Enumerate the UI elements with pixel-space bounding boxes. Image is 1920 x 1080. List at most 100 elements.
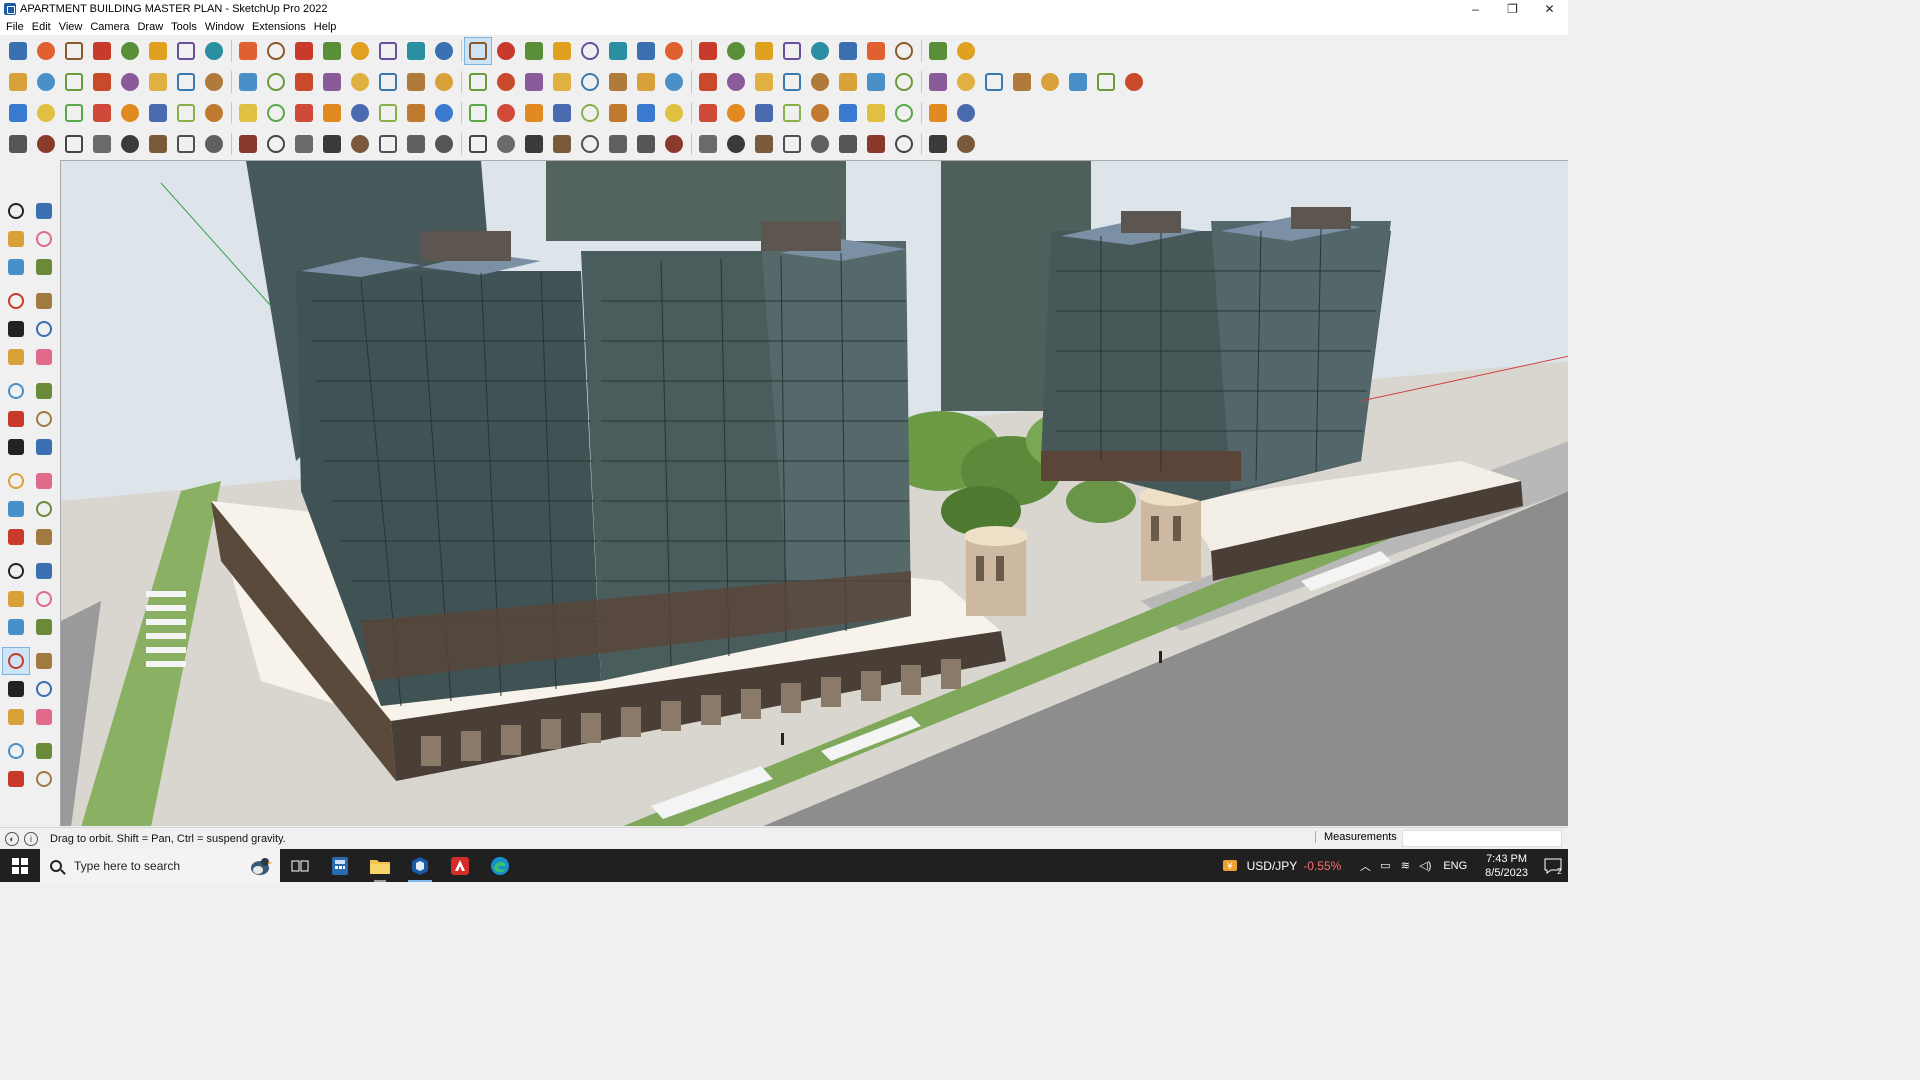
toolbar-tool-icon[interactable] xyxy=(464,68,492,96)
left-tool-icon[interactable] xyxy=(30,287,58,315)
left-tool-icon[interactable] xyxy=(2,377,30,405)
chevron-up-icon[interactable]: ︿ xyxy=(1355,849,1375,882)
toolbar-tool-icon[interactable] xyxy=(520,68,548,96)
left-tool-icon[interactable] xyxy=(2,647,30,675)
toolbar-tool-icon[interactable] xyxy=(862,99,890,127)
toolbar-tool-icon[interactable] xyxy=(234,37,262,65)
toolbar-tool-icon[interactable] xyxy=(262,130,290,158)
menu-draw[interactable]: Draw xyxy=(133,21,167,33)
toolbar-tool-icon[interactable] xyxy=(604,99,632,127)
toolbar-tool-icon[interactable] xyxy=(4,99,32,127)
left-tool-icon[interactable] xyxy=(30,495,58,523)
toolbar-tool-icon[interactable] xyxy=(806,37,834,65)
toolbar-tool-icon[interactable] xyxy=(778,130,806,158)
toolbar-tool-icon[interactable] xyxy=(116,68,144,96)
toolbar-tool-icon[interactable] xyxy=(604,68,632,96)
toolbar-tool-icon[interactable] xyxy=(4,68,32,96)
left-tool-icon[interactable] xyxy=(2,225,30,253)
toolbar-tool-icon[interactable] xyxy=(60,37,88,65)
toolbar-tool-icon[interactable] xyxy=(402,130,430,158)
toolbar-tool-icon[interactable] xyxy=(952,99,980,127)
toolbar-tool-icon[interactable] xyxy=(4,130,32,158)
measurements-input[interactable] xyxy=(1402,830,1562,847)
toolbar-tool-icon[interactable] xyxy=(834,130,862,158)
toolbar-tool-icon[interactable] xyxy=(834,99,862,127)
left-tool-icon[interactable] xyxy=(2,523,30,551)
left-tool-icon[interactable] xyxy=(30,197,58,225)
acrobat-app[interactable] xyxy=(440,849,480,882)
toolbar-tool-icon[interactable] xyxy=(632,99,660,127)
toolbar-tool-icon[interactable] xyxy=(924,68,952,96)
toolbar-tool-icon[interactable] xyxy=(402,68,430,96)
left-tool-icon[interactable] xyxy=(2,703,30,731)
left-tool-icon[interactable] xyxy=(30,405,58,433)
left-tool-icon[interactable] xyxy=(30,675,58,703)
left-tool-icon[interactable] xyxy=(30,613,58,641)
toolbar-tool-icon[interactable] xyxy=(632,68,660,96)
toolbar-tool-icon[interactable] xyxy=(492,68,520,96)
notification-button[interactable]: 2 xyxy=(1538,849,1568,882)
toolbar-tool-icon[interactable] xyxy=(862,68,890,96)
toolbar-tool-icon[interactable] xyxy=(806,68,834,96)
toolbar-tool-icon[interactable] xyxy=(318,37,346,65)
toolbar-tool-icon[interactable] xyxy=(548,99,576,127)
left-tool-icon[interactable] xyxy=(2,765,30,793)
left-tool-icon[interactable] xyxy=(2,467,30,495)
toolbar-tool-icon[interactable] xyxy=(952,37,980,65)
toolbar-tool-icon[interactable] xyxy=(200,130,228,158)
toolbar-tool-icon[interactable] xyxy=(402,99,430,127)
toolbar-tool-icon[interactable] xyxy=(290,37,318,65)
toolbar-tool-icon[interactable] xyxy=(890,68,918,96)
toolbar-tool-icon[interactable] xyxy=(632,37,660,65)
stock-ticker[interactable]: ¥ USD/JPY -0.55% xyxy=(1221,857,1341,875)
toolbar-tool-icon[interactable] xyxy=(890,99,918,127)
toolbar-tool-icon[interactable] xyxy=(172,99,200,127)
toolbar-tool-icon[interactable] xyxy=(924,37,952,65)
toolbar-tool-icon[interactable] xyxy=(750,37,778,65)
toolbar-tool-icon[interactable] xyxy=(576,37,604,65)
left-tool-icon[interactable] xyxy=(30,585,58,613)
menu-help[interactable]: Help xyxy=(310,21,341,33)
model-scene[interactable] xyxy=(61,161,1568,826)
toolbar-tool-icon[interactable] xyxy=(548,37,576,65)
toolbar-tool-icon[interactable] xyxy=(346,99,374,127)
toolbar-tool-icon[interactable] xyxy=(694,99,722,127)
toolbar-tool-icon[interactable] xyxy=(778,37,806,65)
toolbar-tool-icon[interactable] xyxy=(374,130,402,158)
left-tool-icon[interactable] xyxy=(2,613,30,641)
toolbar-tool-icon[interactable] xyxy=(144,130,172,158)
toolbar-tool-icon[interactable] xyxy=(660,68,688,96)
left-tool-icon[interactable] xyxy=(30,737,58,765)
toolbar-tool-icon[interactable] xyxy=(520,130,548,158)
calculator-app[interactable] xyxy=(320,849,360,882)
toolbar-tool-icon[interactable] xyxy=(750,68,778,96)
toolbar-tool-icon[interactable] xyxy=(402,37,430,65)
toolbar-tool-icon[interactable] xyxy=(604,130,632,158)
clock[interactable]: 7:43 PM 8/5/2023 xyxy=(1485,852,1528,880)
left-tool-icon[interactable] xyxy=(30,765,58,793)
edge-app[interactable] xyxy=(480,849,520,882)
toolbar-tool-icon[interactable] xyxy=(806,99,834,127)
start-button[interactable] xyxy=(0,849,40,882)
toolbar-tool-icon[interactable] xyxy=(430,68,458,96)
toolbar-tool-icon[interactable] xyxy=(88,37,116,65)
toolbar-tool-icon[interactable] xyxy=(576,99,604,127)
left-tool-icon[interactable] xyxy=(30,557,58,585)
toolbar-tool-icon[interactable] xyxy=(924,99,952,127)
toolbar-tool-icon[interactable] xyxy=(290,130,318,158)
toolbar-tool-icon[interactable] xyxy=(262,99,290,127)
left-tool-icon[interactable] xyxy=(2,315,30,343)
toolbar-tool-icon[interactable] xyxy=(464,130,492,158)
left-tool-icon[interactable] xyxy=(30,647,58,675)
toolbar-tool-icon[interactable] xyxy=(862,130,890,158)
left-tool-icon[interactable] xyxy=(2,495,30,523)
toolbar-tool-icon[interactable] xyxy=(722,130,750,158)
left-tool-icon[interactable] xyxy=(30,433,58,461)
toolbar-tool-icon[interactable] xyxy=(346,130,374,158)
toolbar-tool-icon[interactable] xyxy=(520,99,548,127)
toolbar-tool-icon[interactable] xyxy=(722,99,750,127)
toolbar-tool-icon[interactable] xyxy=(116,130,144,158)
toolbar-tool-icon[interactable] xyxy=(1064,68,1092,96)
toolbar-tool-icon[interactable] xyxy=(262,68,290,96)
toolbar-tool-icon[interactable] xyxy=(492,130,520,158)
